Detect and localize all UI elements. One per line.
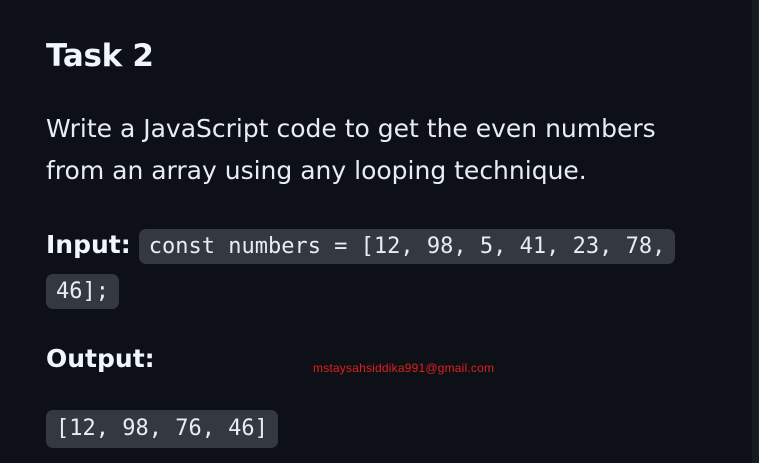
- task-description: Write a JavaScript code to get the even …: [46, 114, 656, 185]
- output-label: Output:: [46, 344, 155, 373]
- scrollbar-track[interactable]: [752, 0, 759, 463]
- task-title: Task 2: [46, 38, 154, 74]
- output-code: [12, 98, 76, 46]: [46, 410, 278, 448]
- input-label: Input:: [46, 230, 131, 259]
- email-watermark: mstaysahsiddika991@gmail.com: [313, 361, 495, 375]
- input-code: const numbers = [12, 98, 5, 41, 23, 78, …: [46, 229, 676, 309]
- input-paragraph: Input: const numbers = [12, 98, 5, 41, 23…: [46, 223, 726, 313]
- task-page: Task 2 Write a JavaScript code to get th…: [0, 0, 759, 463]
